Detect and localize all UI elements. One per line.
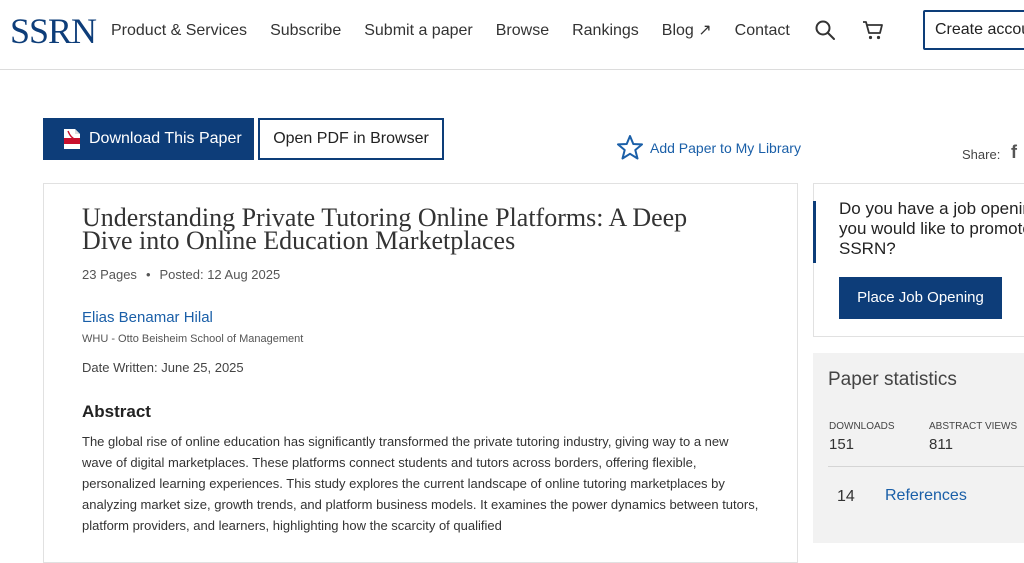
paper-statistics-title: Paper statistics <box>828 369 957 390</box>
separator-dot: • <box>145 267 151 282</box>
abstract-views-value: 811 <box>929 436 953 453</box>
cart-icon[interactable] <box>861 18 885 42</box>
posted-date: Posted: 12 Aug 2025 <box>159 267 281 282</box>
share-label: Share: <box>962 147 1001 162</box>
date-written: Date Written: June 25, 2025 <box>82 360 244 375</box>
pdf-icon <box>64 129 80 149</box>
nav-product-services[interactable]: Product & Services <box>111 20 247 42</box>
page-count: 23 Pages <box>82 267 137 282</box>
abstract-views-label: ABSTRACT VIEWS <box>929 421 1018 432</box>
nav-submit-paper[interactable]: Submit a paper <box>364 20 473 42</box>
add-to-library-link[interactable]: Add Paper to My Library <box>616 134 801 161</box>
top-navigation: SSRN Product & Services Subscribe Submit… <box>0 0 1024 70</box>
create-account-button[interactable]: Create account <box>923 10 1024 50</box>
nav-rankings[interactable]: Rankings <box>572 20 639 42</box>
star-icon <box>617 135 643 160</box>
paper-title: Understanding Private Tutoring Online Pl… <box>82 203 688 255</box>
downloads-value: 151 <box>829 436 855 453</box>
nav-contact[interactable]: Contact <box>735 20 790 42</box>
stats-divider <box>828 466 1024 467</box>
paper-meta: 23 Pages • Posted: 12 Aug 2025 <box>82 267 280 282</box>
downloads-label: DOWNLOADS <box>829 421 895 432</box>
author-link[interactable]: Elias Benamar Hilal <box>82 309 213 326</box>
download-paper-label: Download This Paper <box>89 130 242 147</box>
nav-blog[interactable]: Blog ↗ <box>662 20 712 42</box>
abstract-text: The global rise of online education has … <box>82 434 759 533</box>
nav-subscribe[interactable]: Subscribe <box>270 20 341 42</box>
abstract-heading: Abstract <box>82 402 151 421</box>
download-paper-button[interactable]: Download This Paper <box>43 118 254 160</box>
nav-links: Product & Services Subscribe Submit a pa… <box>111 20 790 42</box>
references-link[interactable]: References <box>885 487 967 505</box>
facebook-icon[interactable]: f <box>1011 142 1017 163</box>
open-pdf-button[interactable]: Open PDF in Browser <box>258 118 444 160</box>
ssrn-logo[interactable]: SSRN <box>10 11 97 51</box>
nav-browse[interactable]: Browse <box>496 20 549 42</box>
place-job-opening-button[interactable]: Place Job Opening <box>839 277 1002 319</box>
author-affiliation: WHU - Otto Beisheim School of Management <box>82 333 304 345</box>
job-opening-text: Do you have a job opening that you would… <box>839 199 1024 258</box>
job-panel-accent <box>813 201 816 263</box>
add-to-library-label: Add Paper to My Library <box>650 139 801 156</box>
search-icon[interactable] <box>813 18 837 42</box>
references-count: 14 <box>837 488 855 505</box>
